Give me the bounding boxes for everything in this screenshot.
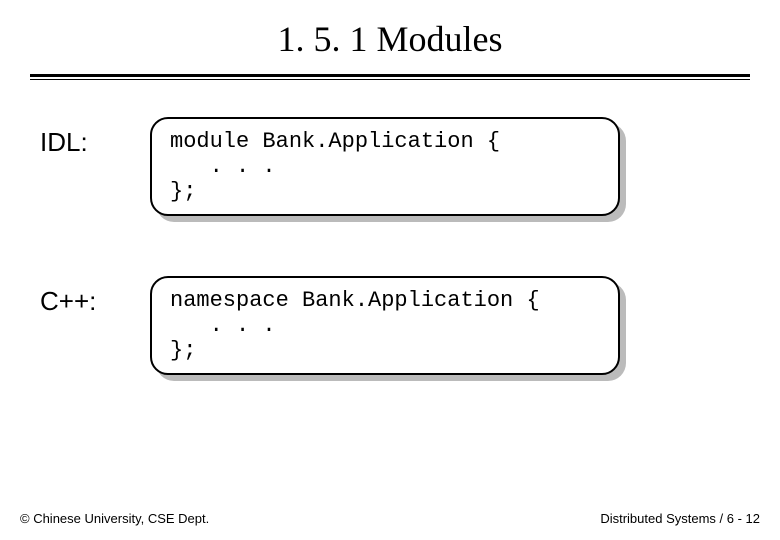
title-divider: [30, 74, 750, 77]
code-box: namespace Bank.Application { . . . };: [150, 276, 620, 375]
code-box: module Bank.Application { . . . };: [150, 117, 620, 216]
content-area: IDL: module Bank.Application { . . . }; …: [0, 77, 780, 375]
code-row: C++: namespace Bank.Application { . . . …: [40, 276, 780, 375]
footer: © Chinese University, CSE Dept. Distribu…: [20, 511, 760, 526]
row-label: IDL:: [40, 117, 150, 158]
footer-left: © Chinese University, CSE Dept.: [20, 511, 209, 526]
code-row: IDL: module Bank.Application { . . . };: [40, 117, 780, 216]
footer-right: Distributed Systems / 6 - 12: [600, 511, 760, 526]
code-box-wrapper: module Bank.Application { . . . };: [150, 117, 620, 216]
row-label: C++:: [40, 276, 150, 317]
code-box-wrapper: namespace Bank.Application { . . . };: [150, 276, 620, 375]
slide-title: 1. 5. 1 Modules: [0, 0, 780, 74]
